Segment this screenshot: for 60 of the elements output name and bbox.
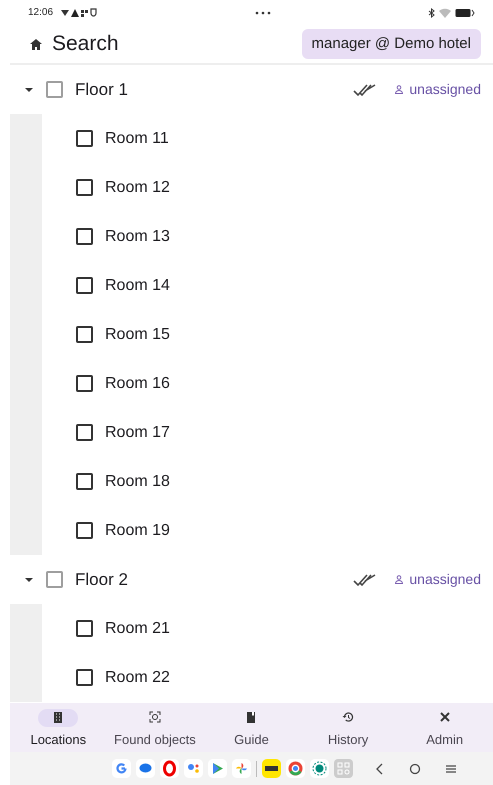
status-time: 12:06 — [28, 6, 54, 20]
room-label: Room 14 — [105, 276, 170, 296]
bluetooth-icon — [428, 8, 435, 18]
room-label: Room 17 — [105, 422, 170, 442]
history-icon — [342, 711, 354, 724]
person-icon — [395, 575, 404, 584]
assignee-link[interactable]: unassigned — [409, 569, 481, 590]
floor-label: Floor 1 — [75, 78, 129, 101]
checkbox[interactable] — [76, 669, 93, 686]
nav-tab[interactable]: History — [300, 706, 396, 750]
book-icon — [245, 711, 258, 724]
checkbox[interactable] — [76, 620, 93, 637]
room-label: Room 11 — [105, 128, 169, 148]
pinwheel-icon[interactable] — [232, 759, 251, 778]
nav-tab[interactable]: Guide — [203, 706, 300, 750]
page-title: Search — [52, 31, 119, 58]
home-icon[interactable] — [409, 762, 421, 774]
checkbox[interactable] — [76, 424, 93, 441]
person-icon — [395, 85, 404, 94]
wifi-icon — [439, 8, 451, 18]
app-icon[interactable] — [262, 759, 281, 778]
nav-tab[interactable]: Locations — [10, 706, 107, 750]
room-label: Room 19 — [105, 520, 170, 540]
checkbox[interactable] — [76, 375, 93, 392]
room-label: Room 18 — [105, 472, 170, 492]
nav-tab[interactable]: Admin — [396, 706, 493, 750]
account-chip[interactable]: manager @ Demo hotel — [302, 28, 481, 60]
back-icon[interactable] — [376, 762, 384, 774]
room-label: Room 16 — [105, 374, 170, 394]
checkbox[interactable] — [76, 130, 93, 147]
assignee-link[interactable]: unassigned — [409, 79, 481, 100]
checkbox[interactable] — [76, 326, 93, 343]
assistant-icon[interactable] — [184, 759, 203, 778]
scan-icon — [148, 711, 161, 724]
checkbox[interactable] — [76, 277, 93, 294]
browser-icon[interactable] — [286, 759, 305, 778]
checkbox[interactable] — [46, 571, 63, 588]
menu-icon[interactable] — [446, 764, 456, 774]
room-label: Room 15 — [105, 324, 170, 344]
checkbox[interactable] — [76, 179, 93, 196]
double-check-icon[interactable] — [353, 572, 378, 586]
home-icon[interactable] — [30, 38, 42, 50]
battery-icon — [455, 8, 475, 18]
room-label: Room 22 — [105, 668, 170, 688]
nav-tab[interactable]: Found objects — [106, 706, 204, 750]
checkbox[interactable] — [76, 522, 93, 539]
room-label: Room 13 — [105, 226, 170, 246]
more-icon — [254, 10, 271, 14]
checkbox[interactable] — [76, 228, 93, 245]
building-icon — [52, 711, 64, 724]
checkbox[interactable] — [46, 81, 63, 98]
room-label: Room 12 — [105, 178, 170, 198]
record-icon[interactable] — [310, 759, 329, 778]
checkbox[interactable] — [76, 473, 93, 490]
play-icon[interactable] — [208, 759, 227, 778]
notification-icons — [61, 8, 98, 18]
chat-icon[interactable] — [136, 759, 155, 778]
double-check-icon[interactable] — [353, 82, 378, 96]
room-label: Room 21 — [105, 618, 170, 638]
floor-label: Floor 2 — [75, 568, 129, 591]
